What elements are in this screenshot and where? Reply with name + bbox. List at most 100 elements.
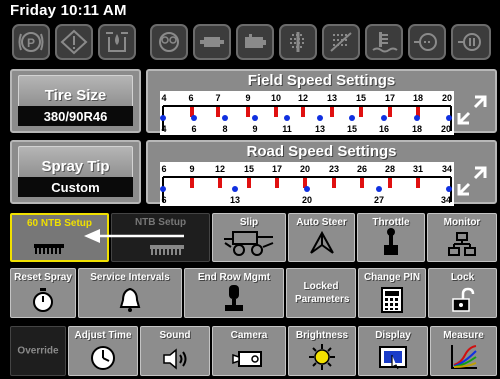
field-top-label: 18 [413,93,423,103]
auto-steer-button[interactable]: Auto Steer [288,213,355,262]
bell-icon [79,287,181,313]
service-intervals-button[interactable]: Service Intervals [78,268,182,318]
tire-size-value: 380/90R46 [18,106,133,126]
warning-icon [55,24,93,60]
field-bottom-label: 6 [191,124,196,134]
monitor-button[interactable]: Monitor [427,213,497,262]
change-pin-button[interactable]: Change PIN [358,268,426,318]
camera-icon [213,347,285,371]
expand-icon[interactable] [455,93,489,127]
lock-button[interactable]: Lock [428,268,497,318]
status-bar: Friday 10:11 AM [0,0,500,22]
field-top-label: 7 [215,93,220,103]
slip-label: Slip [239,217,259,228]
override-button[interactable]: Override [10,326,66,376]
auto-steer-label: Auto Steer [296,217,347,228]
sound-label: Sound [159,330,191,341]
selection-arrow [84,229,184,243]
measure-button[interactable]: Measure [430,326,497,376]
road-top-label: 26 [357,164,367,174]
field-top-label: 15 [356,93,366,103]
sound-button[interactable]: Sound [140,326,210,376]
field-speed-title: Field Speed Settings [247,72,396,89]
field-top-label: 20 [442,93,452,103]
camera-label: Camera [230,330,268,341]
spray-tip-panel[interactable]: Spray Tip Custom [10,140,141,204]
graph-icon [431,343,496,371]
boom-icon [112,243,209,257]
clock-label: Friday 10:11 AM [10,2,127,19]
field-top-label: 6 [188,93,193,103]
road-top-label: 15 [244,164,254,174]
parking-brake-icon: P [12,24,50,60]
filter-icon [279,24,317,60]
battery-icon [236,24,274,60]
coolant-temp-icon [365,24,403,60]
camera-button[interactable]: Camera [212,326,286,376]
ntb-setup-label: NTB Setup [134,217,187,228]
field-bottom-label: 13 [315,124,325,134]
road-top-label: 6 [161,164,166,174]
stopwatch-icon [11,287,75,313]
field-top-label: 9 [245,93,250,103]
field-top-label: 10 [271,93,281,103]
measure-label: Measure [443,330,484,341]
monitor-label: Monitor [443,217,481,228]
brightness-label: Brightness [295,330,349,341]
road-speed-panel[interactable]: Road Speed Settings 6 9 12 15 17 20 23 2… [146,140,497,206]
adjust-time-button[interactable]: Adjust Time [68,326,138,376]
throttle-button[interactable]: Throttle [357,213,425,262]
clock-icon [69,345,137,371]
expand-icon[interactable] [455,164,489,198]
joystick-icon [185,283,283,313]
field-bottom-label: 16 [379,124,389,134]
road-top-label: 9 [189,164,194,174]
steering-icon [289,229,354,257]
hydraulic-oil-icon [98,24,136,60]
road-top-label: 31 [413,164,423,174]
sun-icon [289,343,355,371]
spray-tip-value: Custom [18,177,133,197]
padlock-icon [429,287,496,313]
change-pin-label: Change PIN [363,272,421,283]
tire-size-panel[interactable]: Tire Size 380/90R46 [10,69,141,133]
network-icon [428,231,496,257]
field-bottom-label: 11 [282,124,292,134]
road-top-label: 34 [442,164,452,174]
road-top-label: 23 [329,164,339,174]
air-filter-icon [408,24,446,60]
field-speed-panel[interactable]: Field Speed Settings 4 6 7 9 10 12 13 15… [146,69,497,135]
slip-button[interactable]: Slip [212,213,286,262]
end-row-mgmt-button[interactable]: End Row Mgmt [184,268,284,318]
engine-icon [150,24,188,60]
filter-restricted-icon [322,24,360,60]
end-row-mgmt-label: End Row Mgmt [197,272,271,283]
field-bottom-label: 15 [347,124,357,134]
road-bottom-label: 27 [374,195,384,205]
field-speed-scale: 4 6 7 9 10 12 13 15 17 18 20 4 6 8 9 11 … [160,91,454,135]
road-top-label: 12 [215,164,225,174]
service-intervals-label: Service Intervals [90,272,170,283]
boom-icon [12,242,107,256]
lock-label: Lock [450,272,475,283]
display-button[interactable]: Display [358,326,428,376]
field-bottom-label: 20 [441,124,451,134]
road-bottom-label: 6 [161,195,166,205]
reset-spray-button[interactable]: Reset Spray [10,268,76,318]
brightness-button[interactable]: Brightness [288,326,356,376]
field-top-label: 4 [161,93,166,103]
field-top-label: 12 [298,93,308,103]
svg-text:P: P [27,36,35,50]
road-speed-ticks [160,178,452,192]
display-touch-icon [359,345,427,371]
road-top-label: 17 [272,164,282,174]
locked-parameters-button[interactable]: Locked Parameters [286,268,356,318]
field-speed-ticks [160,107,452,121]
transmission-icon [193,24,231,60]
road-speed-scale: 6 9 12 15 17 20 23 26 28 31 34 6 13 20 2… [160,162,454,206]
road-speed-title: Road Speed Settings [246,143,397,160]
display-label: Display [375,330,411,341]
throttle-lever-icon [358,227,424,257]
road-bottom-label: 34 [441,195,451,205]
override-label: Override [17,345,59,357]
